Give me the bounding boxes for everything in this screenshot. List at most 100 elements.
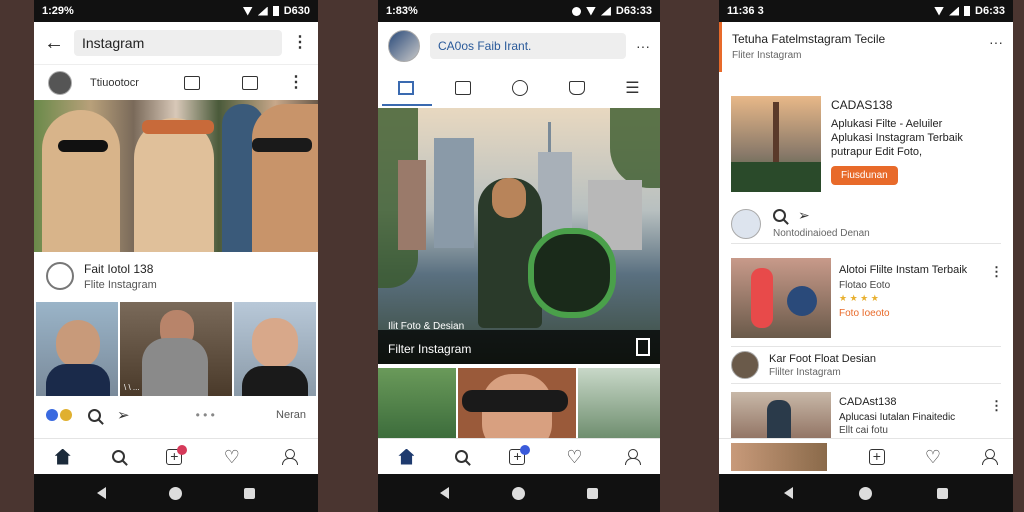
system-nav-bar (719, 474, 1013, 512)
building (398, 160, 426, 250)
building (434, 138, 474, 248)
status-right: D6:33 (975, 5, 1005, 17)
app-header: Tetuha Fatelmstagram Tecile Fliter Insta… (719, 22, 1013, 72)
list-item[interactable]: CADAst138 Aplucasi Iutalan Finaitedic El… (839, 396, 999, 436)
create-icon[interactable]: + (868, 448, 885, 465)
sunglasses (252, 138, 312, 152)
bottom-tab-bar: + ♡ (34, 438, 318, 474)
nav-home-icon[interactable] (511, 486, 525, 500)
pager-dots: • • • (195, 408, 215, 422)
more-icon[interactable]: ⋮ (292, 35, 308, 51)
avatar[interactable] (48, 70, 72, 95)
reels-icon[interactable] (242, 75, 258, 90)
system-nav-bar (34, 474, 318, 512)
nav-home-icon[interactable] (858, 486, 872, 500)
list-item-more-icon[interactable]: ⋮ (990, 264, 1003, 280)
grid-photo-1[interactable] (378, 368, 456, 442)
grid-tab-icon[interactable] (398, 81, 415, 95)
post-subtitle: Flite Instagram (84, 278, 157, 291)
profile-icon[interactable] (281, 448, 299, 465)
feature-meta-row: ➢ Nontodinaioed Denan (731, 204, 1001, 244)
search-icon[interactable] (112, 450, 126, 463)
profile-icon[interactable] (981, 448, 998, 465)
bookmark-icon[interactable] (636, 338, 650, 356)
comment-icon[interactable] (88, 408, 101, 422)
signal-icon (257, 6, 268, 16)
nav-recents-icon[interactable] (936, 487, 948, 499)
status-time: 11:36 3 (727, 5, 764, 17)
camera-rig (528, 228, 616, 318)
profile-icon[interactable] (624, 448, 641, 465)
phone-right: 11:36 3 D6:33 Tetuha Fatelmstagram Tecil… (719, 0, 1013, 512)
list-item-image[interactable] (731, 258, 831, 338)
create-icon[interactable]: + (166, 444, 188, 465)
notification-badge (520, 444, 531, 455)
more-label[interactable]: Neran (276, 409, 306, 421)
nav-back-icon[interactable] (440, 487, 450, 499)
heart-icon[interactable]: ♡ (925, 448, 941, 466)
list-item-more-icon[interactable]: ⋮ (990, 398, 1003, 414)
header-title-box[interactable]: CA0os Faib Irant. (430, 33, 626, 59)
profile-more-icon[interactable]: ⋮ (288, 74, 304, 91)
feature-avatar[interactable] (731, 208, 761, 239)
status-bar: 11:36 3 D6:33 (719, 0, 1013, 22)
header-title-box[interactable]: Instagram (74, 30, 282, 56)
system-nav-bar (378, 474, 660, 512)
grid-photo-3[interactable] (234, 302, 316, 396)
list-item-sub: Flilter Instagram (769, 366, 841, 378)
heart-icon[interactable]: ♡ (566, 448, 582, 466)
grid-photo-3[interactable] (578, 368, 660, 442)
reels-tab-icon[interactable] (455, 81, 472, 95)
profile-name: Ttiuootocr (90, 76, 139, 89)
grid-photo-2[interactable] (458, 368, 576, 442)
list-item[interactable]: Alotoi Flilte Instam Terbaik Flotao Eoto… (839, 264, 1009, 319)
status-right: D63:33 (615, 5, 652, 17)
grid-photo-1[interactable] (36, 302, 118, 396)
create-icon[interactable]: + (509, 444, 531, 465)
feature-image[interactable] (731, 96, 821, 192)
home-icon[interactable] (398, 448, 415, 465)
list-item[interactable]: Kar Foot Float Desian Flilter Instagram (731, 346, 1001, 384)
comment-icon[interactable] (773, 209, 786, 222)
nav-recents-icon[interactable] (586, 487, 598, 499)
person-1 (42, 110, 120, 252)
post-photo[interactable]: Ilit Foto & Desian Filter Instagram (378, 108, 660, 364)
post-avatar[interactable] (46, 262, 74, 290)
tagged-icon[interactable] (184, 75, 200, 90)
nav-back-icon[interactable] (784, 487, 794, 499)
home-icon[interactable] (54, 448, 71, 465)
emoji-tab-icon[interactable] (511, 80, 528, 96)
heart-icon[interactable]: ♡ (224, 448, 240, 466)
app-header: CA0os Faib Irant. ··· (378, 22, 660, 70)
menu-icon[interactable]: ☰ (625, 78, 639, 98)
post-info: Fait Iotol 138 Flite Instagram (34, 252, 318, 300)
status-bar: 1:83% D63:33 (378, 0, 660, 22)
grid-photo-2[interactable]: \ \ ... (120, 302, 232, 396)
app-logo[interactable] (388, 30, 420, 62)
story-dots-icon[interactable] (46, 409, 72, 421)
signal-icon (600, 6, 611, 16)
back-arrow-icon[interactable]: ← (44, 32, 64, 55)
search-icon[interactable] (455, 450, 469, 463)
share-icon[interactable]: ➢ (798, 207, 810, 224)
post-tag: Ilit Foto & Desian (388, 321, 465, 332)
more-icon[interactable]: ··· (636, 38, 650, 54)
bottom-tab-bar: + ♡ (378, 438, 660, 474)
guide-tab-icon[interactable] (568, 81, 585, 95)
list-item-sub: Flotao Eoto (839, 280, 891, 291)
feature-button[interactable]: Fiusdunan (831, 166, 898, 185)
more-icon[interactable]: ··· (989, 34, 1003, 50)
list-thumbnail[interactable] (731, 443, 827, 471)
face (492, 178, 526, 218)
notification-badge (177, 444, 188, 455)
battery-icon (964, 6, 971, 16)
grid-caption: \ \ ... (124, 383, 140, 392)
nav-recents-icon[interactable] (244, 487, 256, 499)
share-icon[interactable]: ➢ (117, 406, 130, 424)
nav-back-icon[interactable] (96, 487, 106, 499)
tower (548, 122, 551, 152)
list-avatar[interactable] (731, 351, 759, 379)
nav-home-icon[interactable] (168, 486, 182, 500)
status-time: 1:29% (42, 5, 74, 17)
post-photo[interactable] (34, 100, 318, 252)
